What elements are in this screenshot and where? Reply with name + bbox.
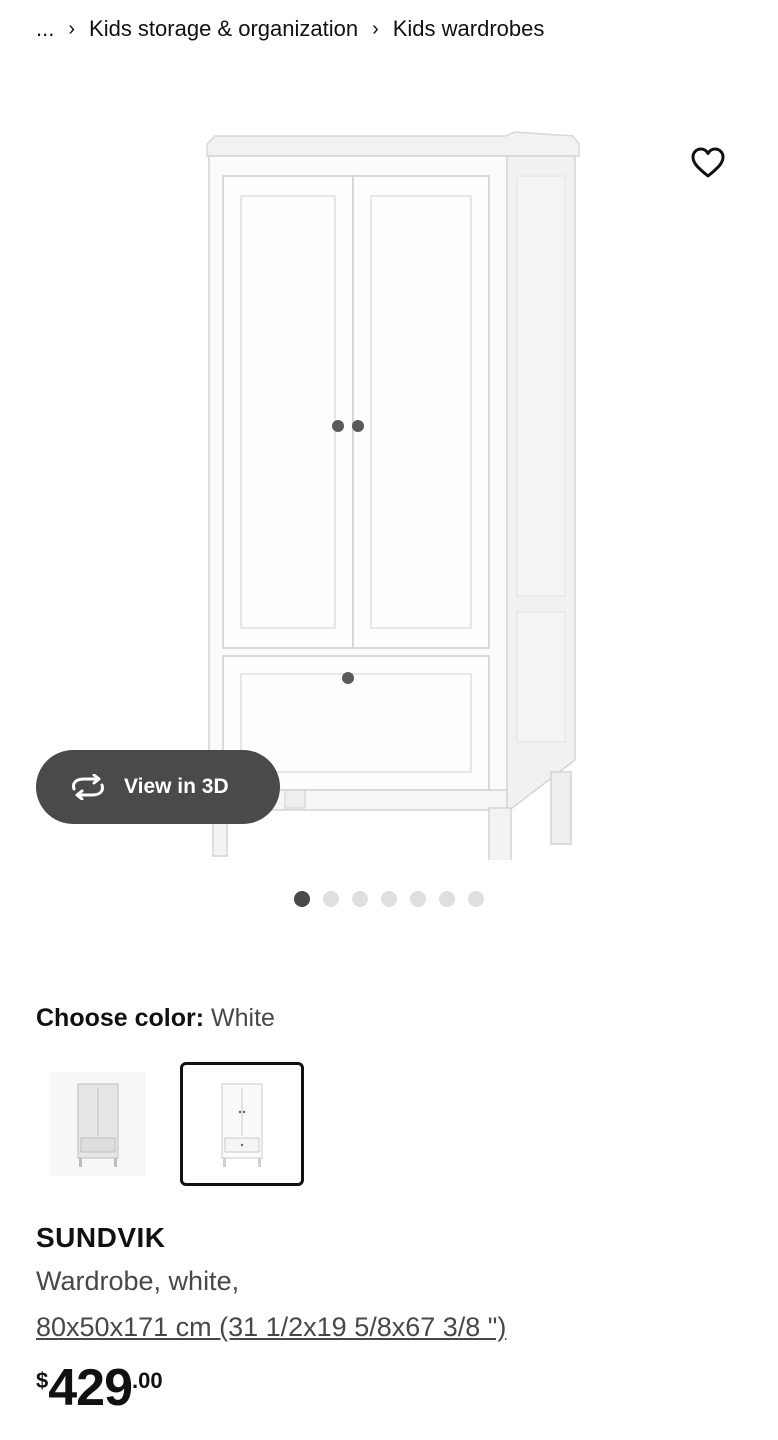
breadcrumb: ... › Kids storage & organization › Kids… (36, 12, 544, 46)
product-image[interactable] (195, 100, 585, 860)
view-in-3d-button[interactable]: View in 3D (36, 750, 280, 824)
gallery-dot[interactable] (323, 891, 339, 907)
view-in-3d-label: View in 3D (124, 775, 229, 798)
choose-color-heading: Choose color: (36, 1004, 205, 1032)
breadcrumb-kids-storage[interactable]: Kids storage & organization (89, 16, 358, 42)
gallery-dot[interactable] (294, 891, 310, 907)
favorite-heart-icon[interactable] (688, 143, 728, 183)
gallery-pagination (0, 891, 778, 907)
chevron-right-icon: › (68, 17, 76, 40)
rotate-3d-icon (68, 772, 108, 802)
product-dimensions-link[interactable]: 80x50x171 cm (31 1/2x19 5/8x67 3/8 ") (36, 1312, 506, 1343)
product-gallery[interactable]: View in 3D (0, 60, 778, 880)
product-description: Wardrobe, white, (36, 1266, 240, 1296)
breadcrumb-kids-wardrobes[interactable]: Kids wardrobes (393, 16, 545, 42)
gallery-dot[interactable] (439, 891, 455, 907)
color-swatch-grey[interactable] (36, 1062, 160, 1186)
gallery-dot[interactable] (468, 891, 484, 907)
product-price: $ 429 .00 (36, 1362, 163, 1414)
color-swatch-white[interactable] (180, 1062, 304, 1186)
chevron-right-icon: › (372, 17, 379, 40)
white-wardrobe-thumbnail (194, 1072, 290, 1176)
color-swatches (36, 1062, 304, 1186)
gallery-dot[interactable] (352, 891, 368, 907)
selected-color-value: White (211, 1004, 275, 1032)
color-chooser-label: Choose color: White (36, 1004, 275, 1033)
grey-wardrobe-thumbnail (50, 1072, 146, 1176)
price-integer: 429 (48, 1359, 133, 1417)
gallery-dot[interactable] (410, 891, 426, 907)
price-decimal: .00 (132, 1368, 163, 1393)
price-currency: $ (36, 1368, 49, 1393)
gallery-dot[interactable] (381, 891, 397, 907)
product-name: SUNDVIK (36, 1222, 166, 1253)
breadcrumb-ellipsis[interactable]: ... (36, 16, 54, 42)
